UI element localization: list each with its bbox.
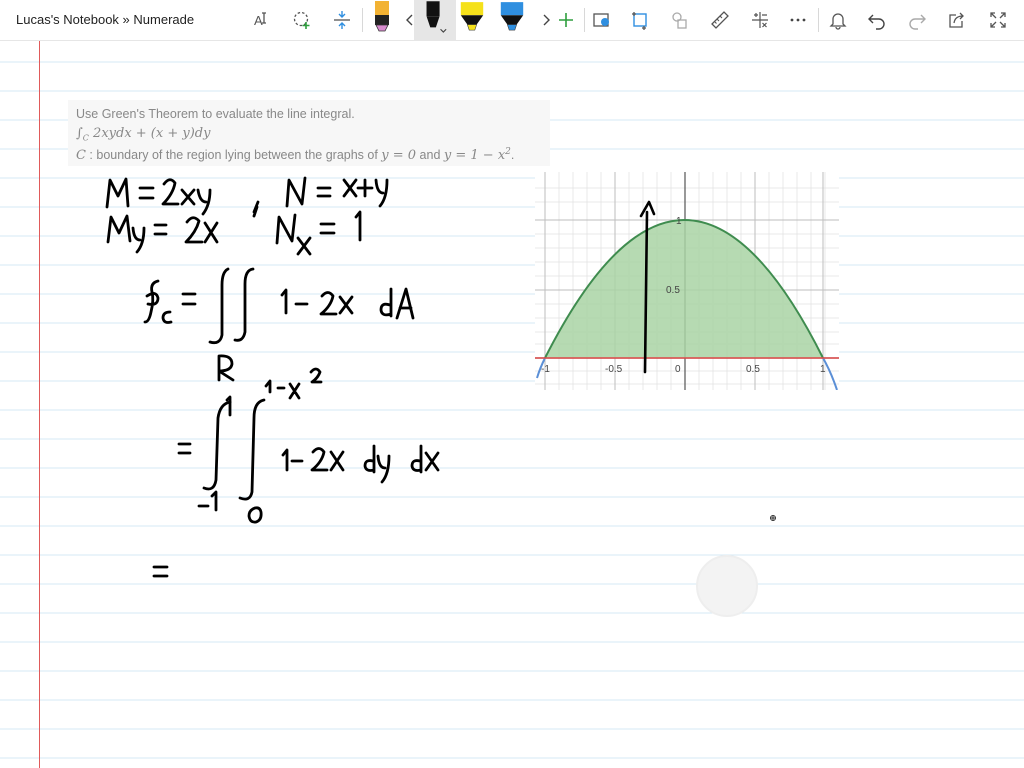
integral-subscript: C bbox=[82, 133, 89, 143]
equation-y0: y = 0 bbox=[381, 148, 417, 164]
shapes-icon[interactable] bbox=[666, 6, 694, 34]
ruler-icon[interactable] bbox=[706, 6, 734, 34]
add-icon[interactable] bbox=[552, 6, 580, 34]
margin-line bbox=[39, 41, 40, 768]
integrand: 2xydx + (x + y)dy bbox=[93, 126, 211, 141]
insert-space-icon[interactable] bbox=[328, 6, 356, 34]
text-format-icon[interactable]: A bbox=[248, 6, 276, 34]
x-tick-0: 0 bbox=[675, 364, 681, 375]
window-title: Lucas's Notebook » Numerade bbox=[16, 12, 195, 27]
problem-boundary: C : boundary of the region lying between… bbox=[76, 147, 514, 163]
pen-black-icon[interactable] bbox=[420, 0, 448, 38]
integral-symbol: ∫ bbox=[76, 126, 83, 141]
redo-icon[interactable] bbox=[903, 6, 931, 34]
equation-parabola: y = 1 − x bbox=[443, 148, 506, 164]
highlighter-blue-icon[interactable] bbox=[498, 0, 526, 36]
x-tick-1: 1 bbox=[820, 364, 826, 375]
lasso-select-icon[interactable] bbox=[288, 6, 316, 34]
y-tick-1: 1 bbox=[676, 216, 682, 227]
problem-statement: Use Green's Theorem to evaluate the line… bbox=[68, 100, 550, 166]
curve-label: C bbox=[76, 148, 86, 164]
x-tick-neg1: -1 bbox=[541, 364, 550, 375]
screenshot-icon[interactable] bbox=[588, 6, 616, 34]
share-icon[interactable] bbox=[943, 6, 971, 34]
x-tick-neg05: -0.5 bbox=[605, 364, 623, 375]
x-tick-05: 0.5 bbox=[746, 364, 760, 375]
fullscreen-icon[interactable] bbox=[984, 6, 1012, 34]
boundary-text: : boundary of the region lying between t… bbox=[85, 148, 382, 163]
period: . bbox=[510, 148, 515, 163]
undo-icon[interactable] bbox=[863, 6, 891, 34]
highlighter-yellow-icon[interactable] bbox=[458, 0, 486, 36]
toolbar: Lucas's Notebook » Numerade A bbox=[0, 0, 1024, 41]
math-icon[interactable] bbox=[746, 6, 774, 34]
problem-instruction: Use Green's Theorem to evaluate the line… bbox=[76, 107, 355, 121]
pen-pink-icon[interactable] bbox=[368, 0, 396, 36]
bell-icon[interactable] bbox=[824, 6, 852, 34]
and-text: and bbox=[416, 148, 444, 163]
crop-icon[interactable] bbox=[626, 6, 654, 34]
problem-integral: ∫C 2xydx + (x + y)dy bbox=[76, 126, 210, 143]
more-icon[interactable] bbox=[784, 6, 812, 34]
region-graph: -1 -0.5 0 0.5 1 1 0.5 bbox=[535, 172, 839, 391]
svg-text:A: A bbox=[254, 13, 263, 28]
y-tick-05: 0.5 bbox=[666, 285, 680, 296]
